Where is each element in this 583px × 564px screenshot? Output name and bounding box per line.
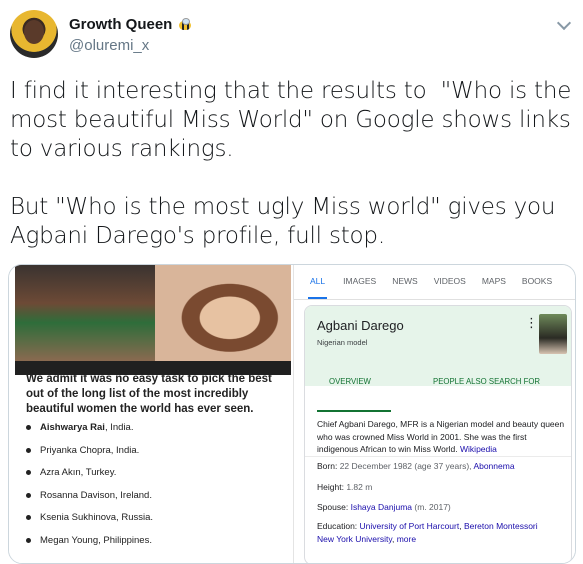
bullet-icon: [26, 537, 31, 543]
kp-description: Chief Agbani Darego, MFR is a Nigerian m…: [317, 419, 565, 454]
more-options-icon: [525, 315, 538, 332]
kp-tab-underline: [317, 410, 391, 412]
display-name[interactable]: Growth Queen: [69, 16, 193, 33]
media-image-left[interactable]: We admit it was no easy task to pick the…: [9, 265, 293, 563]
tab-books: BOOKS: [521, 276, 553, 286]
fact-born: Born: 22 December 1982 (age 37 years), A…: [317, 461, 515, 471]
knowledge-panel: Agbani Darego Nigerian model OVERVIEW PE…: [304, 305, 572, 563]
bullet-icon: [26, 492, 31, 498]
fact-spouse: Spouse: Ishaya Danjuma (m. 2017): [317, 502, 451, 512]
user-handle[interactable]: @oluremi_x: [69, 37, 149, 54]
tab-maps: MAPS: [481, 276, 506, 286]
tab-videos: VIDEOS: [433, 276, 466, 286]
kp-title: Agbani Darego: [317, 318, 404, 333]
list-heading: We admit it was no easy task to pick the…: [26, 373, 272, 415]
list-item: Ksenia Sukhinova, Russia.: [26, 512, 153, 535]
chevron-down-icon[interactable]: [556, 15, 572, 31]
search-tabs: ALL IMAGES NEWS VIDEOS MAPS BOOKS: [294, 275, 575, 299]
photo-strip: [15, 265, 291, 361]
list-item: Priyanka Chopra, India.: [26, 445, 153, 468]
list-item: Rosanna Davison, Ireland.: [26, 490, 153, 513]
avatar[interactable]: [10, 10, 58, 58]
tweet-text: I find it interesting that the results t…: [10, 78, 572, 249]
wikipedia-link: Wikipedia: [460, 444, 497, 454]
bullet-icon: [26, 515, 31, 521]
kp-header: Agbani Darego Nigerian model OVERVIEW PE…: [305, 306, 571, 386]
list-item: Azra Akın, Turkey.: [26, 467, 153, 490]
tabs-divider: [294, 299, 575, 300]
bullet-icon: [26, 470, 31, 476]
contestants-photo: [15, 265, 155, 361]
portrait-photo: [155, 265, 291, 361]
kp-tab-people: PEOPLE ALSO SEARCH FOR: [433, 377, 541, 386]
ranking-list: Aishwarya Rai, India. Priyanka Chopra, I…: [26, 422, 153, 558]
kp-thumbnail: [539, 314, 567, 354]
fact-education: Education: University of Port Harcourt, …: [317, 521, 538, 544]
kp-tab-overview: OVERVIEW: [329, 377, 371, 386]
display-name-text[interactable]: Growth Queen: [69, 16, 172, 33]
bullet-icon: [26, 425, 31, 430]
tab-news: NEWS: [392, 276, 418, 286]
list-item: Aishwarya Rai, India.: [26, 422, 153, 445]
tweet-media[interactable]: We admit it was no easy task to pick the…: [8, 264, 576, 564]
kp-subtitle: Nigerian model: [317, 338, 368, 347]
bullet-icon: [26, 447, 31, 453]
media-image-right[interactable]: ALL IMAGES NEWS VIDEOS MAPS BOOKS Agbani…: [293, 265, 575, 563]
bee-icon: [177, 17, 193, 32]
tab-all: ALL: [308, 275, 328, 299]
list-item: Megan Young, Philippines.: [26, 535, 153, 558]
fact-height: Height: 1.82 m: [317, 482, 373, 492]
tweet-header: Growth Queen @oluremi_x: [10, 10, 573, 64]
tab-images: IMAGES: [343, 276, 377, 286]
divider: [305, 456, 571, 457]
